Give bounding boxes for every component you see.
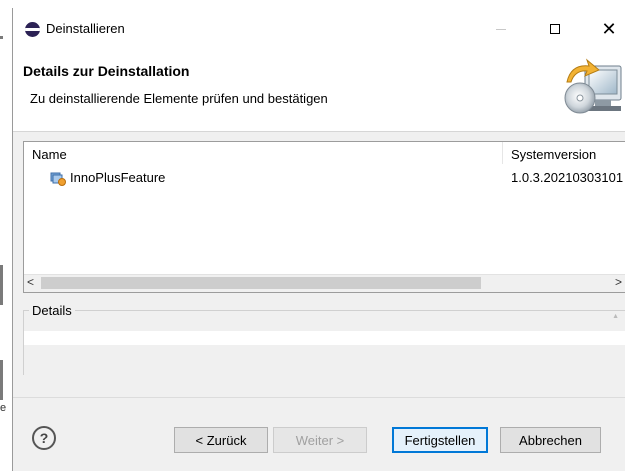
- help-button[interactable]: ?: [32, 426, 56, 450]
- column-header-systemversion[interactable]: Systemversion: [511, 147, 596, 162]
- wizard-header: Details zur Deinstallation Zu deinstalli…: [13, 50, 625, 132]
- scroll-right-icon[interactable]: >: [615, 275, 622, 289]
- minimize-button[interactable]: [478, 8, 524, 50]
- page-description: Zu deinstallierende Elemente prüfen und …: [30, 91, 328, 106]
- background-tick: [0, 265, 3, 305]
- page-title: Details zur Deinstallation: [23, 63, 190, 79]
- details-text-area[interactable]: [24, 331, 625, 345]
- horizontal-scrollbar[interactable]: < >: [24, 274, 625, 292]
- table-row[interactable]: InnoPlusFeature 1.0.3.20210303101: [24, 168, 625, 188]
- background-text-fragment: e: [0, 402, 7, 414]
- uninstall-items-table[interactable]: Name Systemversion InnoPlusFeature 1.0.3…: [23, 141, 625, 293]
- feature-plugin-icon: [50, 172, 66, 186]
- close-button[interactable]: ✕: [586, 8, 625, 50]
- finish-button[interactable]: Fertigstellen: [392, 427, 488, 453]
- scroll-left-icon[interactable]: <: [27, 275, 34, 289]
- minimize-icon: [496, 28, 506, 30]
- background-tick: [0, 360, 3, 400]
- background-tick: [0, 36, 3, 39]
- eclipse-app-icon: [25, 22, 40, 37]
- details-scroll-up-icon[interactable]: ▲: [612, 313, 619, 320]
- details-label: Details: [29, 303, 75, 318]
- scrollbar-thumb[interactable]: [41, 277, 481, 289]
- details-group: Details ▲: [23, 303, 625, 375]
- footer-divider: [13, 397, 625, 398]
- next-button: Weiter >: [273, 427, 367, 453]
- uninstall-dialog: Deinstallieren ✕ Details zur Deinstallat…: [12, 8, 625, 471]
- row-name: InnoPlusFeature: [70, 170, 166, 185]
- column-divider[interactable]: [502, 142, 503, 164]
- window-title: Deinstallieren: [46, 21, 125, 36]
- cancel-button[interactable]: Abbrechen: [500, 427, 601, 453]
- close-icon: ✕: [601, 18, 617, 39]
- wizard-computer-cd-icon: [564, 58, 622, 114]
- maximize-button[interactable]: [532, 8, 578, 50]
- maximize-icon: [550, 24, 560, 34]
- title-bar[interactable]: Deinstallieren ✕: [13, 8, 625, 50]
- background-window-edge: e: [0, 0, 12, 471]
- column-header-name[interactable]: Name: [32, 147, 67, 162]
- row-version: 1.0.3.20210303101: [511, 170, 624, 185]
- back-button[interactable]: < Zurück: [174, 427, 268, 453]
